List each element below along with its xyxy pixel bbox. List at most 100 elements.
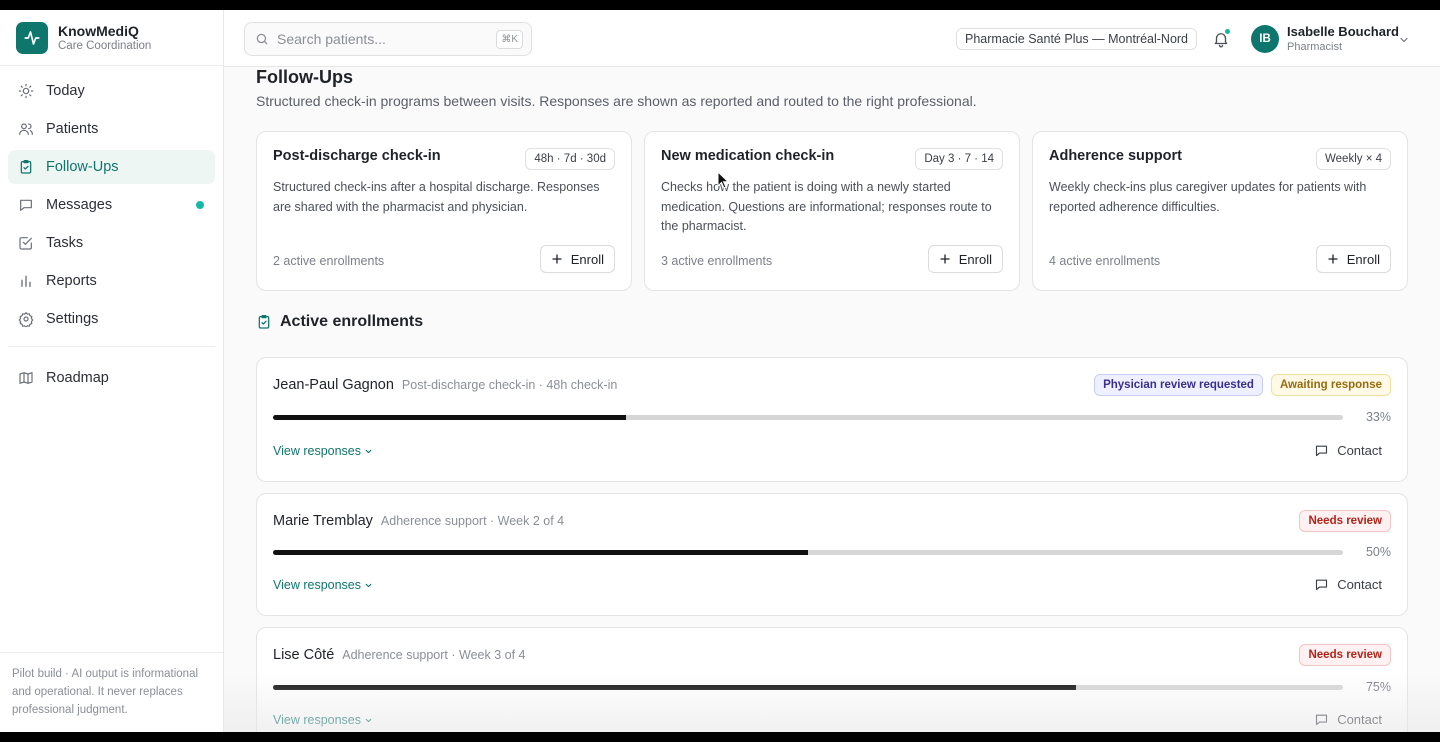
- user-role: Pharmacist: [1287, 41, 1343, 53]
- brand-subtitle: Care Coordination: [58, 40, 152, 52]
- chevron-down-icon: [365, 718, 372, 722]
- contact-button[interactable]: Contact: [1314, 443, 1382, 458]
- sidebar-item-label: Roadmap: [46, 370, 109, 386]
- sidebar-item-label: Settings: [46, 311, 99, 327]
- sidebar-item-roadmap[interactable]: Roadmap: [8, 361, 215, 395]
- clipboard-check-icon: [258, 315, 270, 329]
- contact-button[interactable]: Contact: [1314, 577, 1382, 592]
- view-responses-link[interactable]: View responses: [273, 444, 373, 458]
- sidebar: KnowMediQ Care Coordination Today Patien…: [0, 10, 224, 732]
- sidebar-item-patients[interactable]: Patients: [8, 112, 215, 146]
- chevron-down-icon: [365, 583, 372, 587]
- search-input[interactable]: [277, 31, 487, 47]
- enrollment-meta: Adherence support · Week 3 of 4: [342, 648, 526, 662]
- progress-percent: 75%: [1365, 680, 1391, 694]
- user-menu[interactable]: Isabelle Bouchard Pharmacist: [1287, 24, 1399, 53]
- enroll-label: Enroll: [570, 251, 604, 267]
- status-badge: Needs review: [1299, 644, 1391, 666]
- patient-name[interactable]: Jean-Paul Gagnon: [273, 377, 394, 393]
- app-window: KnowMediQ Care Coordination Today Patien…: [0, 10, 1440, 732]
- enroll-label: Enroll: [958, 251, 992, 267]
- progress-bar: [273, 685, 1343, 690]
- search-icon: [256, 33, 268, 45]
- sidebar-item-messages[interactable]: Messages: [8, 188, 215, 222]
- message-icon: [1316, 445, 1328, 457]
- users-icon: [19, 123, 33, 135]
- program-description: Structured check-ins after a hospital di…: [273, 180, 600, 214]
- status-badges: Physician review requested Awaiting resp…: [1094, 374, 1391, 396]
- enrollment-card: Jean-Paul Gagnon Post-discharge check-in …: [256, 357, 1408, 482]
- section-title: Active enrollments: [280, 313, 424, 330]
- view-responses-label: View responses: [273, 713, 362, 727]
- program-card-post-discharge: Post-discharge check-in 48h · 7d · 30d S…: [256, 131, 632, 291]
- program-schedule-badge: Weekly × 4: [1316, 148, 1391, 170]
- sidebar-item-today[interactable]: Today: [8, 74, 215, 108]
- view-responses-link[interactable]: View responses: [273, 578, 373, 592]
- enroll-button[interactable]: Enroll: [539, 245, 615, 273]
- plus-icon: [1328, 254, 1338, 264]
- page-title: Follow-Ups: [256, 67, 353, 87]
- view-responses-link[interactable]: View responses: [273, 713, 373, 727]
- message-icon: [1316, 579, 1328, 591]
- sidebar-nav: Today Patients Follow-Ups Messages Tasks: [0, 66, 223, 407]
- page-subtitle: Structured check-in programs between vis…: [256, 93, 977, 109]
- program-description: Checks how the patient is doing with a n…: [661, 180, 992, 233]
- status-badges: Needs review: [1299, 510, 1391, 532]
- program-schedule-badge: 48h · 7d · 30d: [525, 148, 615, 170]
- nav-divider: [8, 346, 215, 347]
- program-enrollment-count: 4 active enrollments: [1049, 254, 1161, 268]
- pharmacy-selector[interactable]: Pharmacie Santé Plus — Montréal-Nord: [956, 28, 1198, 50]
- check-square-icon: [19, 237, 32, 250]
- sidebar-item-tasks[interactable]: Tasks: [8, 226, 215, 260]
- sidebar-item-label: Patients: [46, 121, 99, 137]
- brand[interactable]: KnowMediQ Care Coordination: [0, 10, 223, 66]
- enroll-button[interactable]: Enroll: [927, 245, 1003, 273]
- status-badge: Awaiting response: [1270, 374, 1391, 396]
- chevron-down-icon: [365, 449, 372, 453]
- enrollment-card: Lise Côté Adherence support · Week 3 of 4…: [256, 627, 1408, 732]
- enrollment-meta: Post-discharge check-in · 48h check-in: [401, 378, 618, 392]
- progress-bar: [273, 415, 1343, 420]
- contact-button[interactable]: Contact: [1314, 712, 1382, 727]
- patient-name[interactable]: Marie Tremblay: [273, 513, 373, 529]
- progress-percent: 50%: [1365, 545, 1391, 559]
- bar-chart-icon: [21, 275, 31, 287]
- progress-bar: [273, 550, 1343, 555]
- pulse-logo-icon: [16, 21, 48, 54]
- enrollment-meta: Adherence support · Week 2 of 4: [380, 514, 565, 528]
- contact-label: Contact: [1337, 712, 1382, 727]
- enrollment-card: Marie Tremblay Adherence support · Week 2…: [256, 493, 1408, 616]
- patient-name[interactable]: Lise Côté: [273, 647, 334, 663]
- active-enrollments-header: Active enrollments: [256, 313, 423, 331]
- message-icon: [20, 199, 32, 211]
- search-box[interactable]: ⌘K: [244, 22, 532, 56]
- avatar[interactable]: IB: [1251, 25, 1279, 53]
- sidebar-item-reports[interactable]: Reports: [8, 264, 215, 298]
- patient-name-row: Marie Tremblay Adherence support · Week 2…: [273, 513, 564, 529]
- patient-name-row: Jean-Paul Gagnon Post-discharge check-in …: [273, 377, 617, 393]
- mouse-cursor-icon: [717, 171, 729, 189]
- status-badges: Needs review: [1299, 644, 1391, 666]
- program-card-adherence: Adherence support Weekly × 4 Weekly chec…: [1032, 131, 1408, 291]
- enroll-label: Enroll: [1346, 251, 1380, 267]
- unread-dot: [196, 201, 204, 209]
- status-badge: Physician review requested: [1094, 374, 1263, 396]
- pilot-disclaimer: Pilot build · AI output is informational…: [0, 652, 223, 732]
- program-card-new-medication: New medication check-in Day 3 · 7 · 14 C…: [644, 131, 1020, 291]
- map-icon: [19, 372, 33, 384]
- sidebar-item-label: Tasks: [46, 235, 84, 251]
- chevron-down-icon[interactable]: [1398, 34, 1410, 46]
- sidebar-item-follow-ups[interactable]: Follow-Ups: [8, 150, 215, 184]
- status-badge: Needs review: [1299, 510, 1391, 532]
- enroll-button[interactable]: Enroll: [1315, 245, 1391, 273]
- sidebar-item-label: Follow-Ups: [46, 159, 119, 175]
- sidebar-item-settings[interactable]: Settings: [8, 302, 215, 336]
- progress-fill: [273, 550, 808, 555]
- program-description: Weekly check-ins plus caregiver updates …: [1049, 180, 1367, 214]
- plus-icon: [940, 254, 950, 264]
- sidebar-item-label: Messages: [46, 197, 113, 213]
- notification-dot: [1224, 28, 1231, 35]
- top-header: ⌘K Pharmacie Santé Plus — Montréal-Nord …: [224, 10, 1440, 67]
- main-content: Follow-Ups Structured check-in programs …: [224, 67, 1440, 732]
- plus-icon: [552, 254, 562, 264]
